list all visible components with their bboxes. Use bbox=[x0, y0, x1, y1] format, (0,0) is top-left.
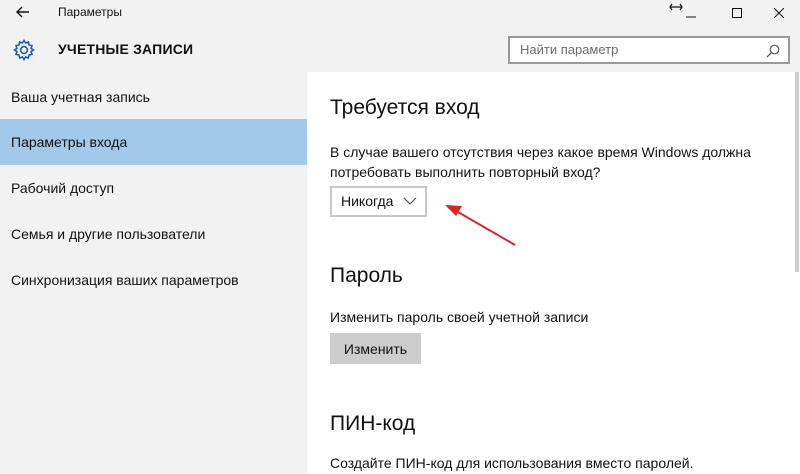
close-icon bbox=[774, 8, 784, 18]
search-placeholder: Найти параметр bbox=[520, 42, 619, 57]
sidebar-item-your-account[interactable]: Ваша учетная запись bbox=[0, 74, 307, 120]
change-password-button[interactable]: Изменить bbox=[330, 333, 421, 364]
signin-required-title: Требуется вход bbox=[330, 96, 480, 119]
sidebar-item-label: Ваша учетная запись bbox=[11, 89, 150, 105]
chevron-down-icon bbox=[403, 197, 417, 205]
sidebar-item-label: Синхронизация ваших параметров bbox=[11, 272, 239, 288]
password-title: Пароль bbox=[330, 264, 403, 287]
sidebar-item-work-access[interactable]: Рабочий доступ bbox=[0, 165, 307, 211]
sidebar-item-label: Семья и другие пользователи bbox=[11, 226, 206, 242]
sidebar-item-label: Рабочий доступ bbox=[11, 180, 115, 196]
minimize-icon bbox=[686, 16, 696, 18]
maximize-button[interactable] bbox=[714, 0, 760, 26]
search-input[interactable]: Найти параметр bbox=[508, 36, 790, 64]
sidebar-item-label: Параметры входа bbox=[11, 134, 128, 150]
page-title: УЧЕТНЫЕ ЗАПИСИ bbox=[58, 41, 194, 57]
scrollbar-thumb[interactable] bbox=[795, 72, 799, 272]
sidebar-item-sync[interactable]: Синхронизация ваших параметров bbox=[0, 257, 307, 303]
minimize-button[interactable] bbox=[668, 6, 714, 26]
back-button[interactable] bbox=[8, 2, 38, 22]
back-arrow-icon bbox=[16, 6, 29, 18]
search-icon[interactable] bbox=[766, 44, 780, 58]
signin-required-description-2: потребовать выполнить повторный вход? bbox=[330, 164, 601, 180]
page-header: УЧЕТНЫЕ ЗАПИСИ Найти параметр bbox=[0, 26, 800, 72]
maximize-icon bbox=[732, 8, 742, 18]
pin-description: Создайте ПИН-код для использования вмест… bbox=[330, 455, 694, 471]
dropdown-value: Никогда bbox=[341, 193, 394, 209]
sidebar: Ваша учетная запись Параметры входа Рабо… bbox=[0, 72, 307, 474]
sidebar-item-signin-options[interactable]: Параметры входа bbox=[0, 119, 307, 165]
window-title: Параметры bbox=[58, 5, 122, 19]
pin-title: ПИН-код bbox=[330, 412, 416, 435]
close-button[interactable] bbox=[756, 0, 800, 26]
password-description: Изменить пароль своей учетной записи bbox=[330, 309, 589, 325]
signin-required-description-1: В случае вашего отсутствия через какое в… bbox=[330, 144, 751, 160]
main-content: Требуется вход В случае вашего отсутстви… bbox=[307, 72, 793, 474]
sidebar-item-family[interactable]: Семья и другие пользователи bbox=[0, 211, 307, 257]
gear-icon bbox=[13, 39, 35, 61]
signin-timeout-dropdown[interactable]: Никогда bbox=[330, 186, 427, 217]
title-bar: Параметры bbox=[0, 0, 800, 26]
